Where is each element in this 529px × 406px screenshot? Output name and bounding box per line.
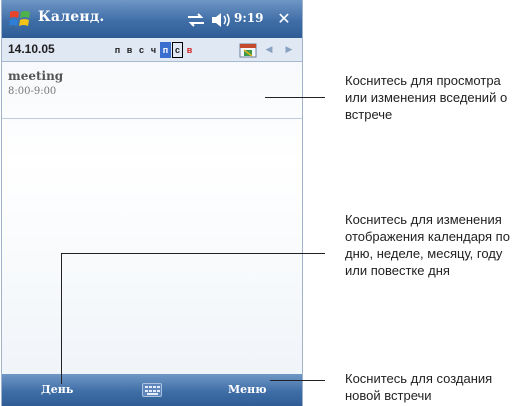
app-title[interactable]: Календ. xyxy=(38,9,104,25)
next-week-button[interactable]: ▶ xyxy=(284,43,294,57)
previous-week-button[interactable]: ◀ xyxy=(264,43,274,57)
close-button[interactable]: ✕ xyxy=(273,8,295,30)
appointment-item[interactable]: meeting 8:00-9:00 xyxy=(2,63,302,119)
callout-line: дню, неделе, месяцу, году xyxy=(345,246,503,261)
day-sun[interactable]: в xyxy=(184,42,195,58)
volume-icon[interactable] xyxy=(210,11,232,29)
callout-line: встрече xyxy=(345,107,393,122)
keyboard-icon[interactable] xyxy=(142,383,162,397)
week-day-strip: п в с ч п с в xyxy=(112,42,196,59)
appointment-title: meeting xyxy=(8,69,64,83)
go-to-today-icon[interactable] xyxy=(239,42,257,58)
day-wed[interactable]: с xyxy=(136,42,147,58)
appointment-time: 8:00-9:00 xyxy=(8,86,57,97)
day-thu[interactable]: ч xyxy=(148,42,159,58)
callout-line: Коснитесь для создания xyxy=(345,371,493,386)
callout-line: или повестке дня xyxy=(345,263,450,278)
callout-line: Коснитесь для просмотра xyxy=(345,73,501,88)
current-date[interactable]: 14.10.05 xyxy=(8,42,55,56)
windows-flag-icon[interactable] xyxy=(8,7,32,31)
callout-line: новой встречи xyxy=(345,388,432,403)
command-bar: День Меню xyxy=(2,374,302,406)
callout-view: Коснитесь для изменения отображения кале… xyxy=(345,211,510,279)
title-bar: Календ. 9:19 ✕ xyxy=(2,0,302,38)
day-fri-selected[interactable]: п xyxy=(160,42,171,58)
callout-new-appointment: Коснитесь для создания новой встречи xyxy=(345,370,492,404)
day-mon[interactable]: п xyxy=(112,42,123,58)
leader-line-view-horizontal xyxy=(61,253,325,254)
callout-line: Коснитесь для изменения xyxy=(345,212,502,227)
date-bar: 14.10.05 п в с ч п с в ◀ ▶ xyxy=(2,38,302,62)
view-day-button[interactable]: День xyxy=(41,383,73,396)
leader-line-view-vertical xyxy=(61,253,62,384)
callout-line: или изменения вседений о xyxy=(345,90,508,105)
callout-appointment: Коснитесь для просмотра или изменения вс… xyxy=(345,72,507,123)
day-tue[interactable]: в xyxy=(124,42,135,58)
clock[interactable]: 9:19 xyxy=(234,11,263,25)
pda-screen: Календ. 9:19 ✕ 14.10.05 п в с ч п с в ◀ … xyxy=(1,0,303,406)
leader-line-menu xyxy=(270,380,325,381)
leader-line-appointment xyxy=(265,97,325,98)
menu-button[interactable]: Меню xyxy=(228,383,267,396)
callout-line: отображения календаря по xyxy=(345,229,510,244)
connectivity-icon[interactable] xyxy=(186,12,206,28)
day-sat-today[interactable]: с xyxy=(172,42,183,58)
